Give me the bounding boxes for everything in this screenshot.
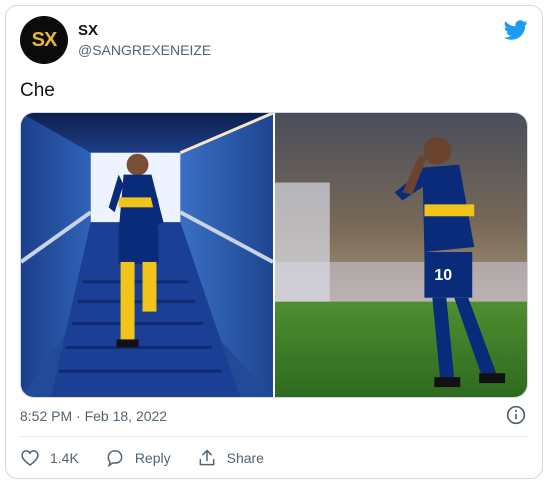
- share-button[interactable]: Share: [197, 448, 264, 468]
- media-image-tunnel[interactable]: [21, 113, 273, 397]
- tweet-timestamp[interactable]: 8:52 PM · Feb 18, 2022: [20, 408, 167, 424]
- reply-label: Reply: [134, 450, 171, 466]
- like-button[interactable]: 1.4K: [20, 448, 79, 468]
- tweet-media[interactable]: 10: [20, 112, 528, 398]
- tweet-card: SX SX @SANGREXENEIZE Che 10 8:52 PM · Fe…: [5, 5, 543, 479]
- media-image-player[interactable]: 10: [275, 113, 527, 397]
- divider: [20, 436, 528, 437]
- shirt-number-text: 10: [434, 267, 452, 284]
- like-count: 1.4K: [50, 450, 79, 466]
- share-label: Share: [226, 450, 264, 466]
- heart-icon: [21, 450, 39, 467]
- reply-icon: [107, 450, 123, 468]
- user-handle[interactable]: @SANGREXENEIZE: [78, 42, 211, 58]
- share-icon: [199, 449, 215, 466]
- twitter-bird-icon[interactable]: [504, 18, 528, 42]
- user-name[interactable]: SX: [78, 22, 98, 39]
- tweet-text: Che: [20, 80, 55, 101]
- avatar-text: SX: [31, 28, 58, 51]
- info-icon[interactable]: [506, 405, 526, 425]
- action-bar: 1.4K Reply Share: [20, 446, 290, 470]
- avatar[interactable]: SX: [20, 16, 68, 64]
- reply-button[interactable]: Reply: [105, 448, 171, 468]
